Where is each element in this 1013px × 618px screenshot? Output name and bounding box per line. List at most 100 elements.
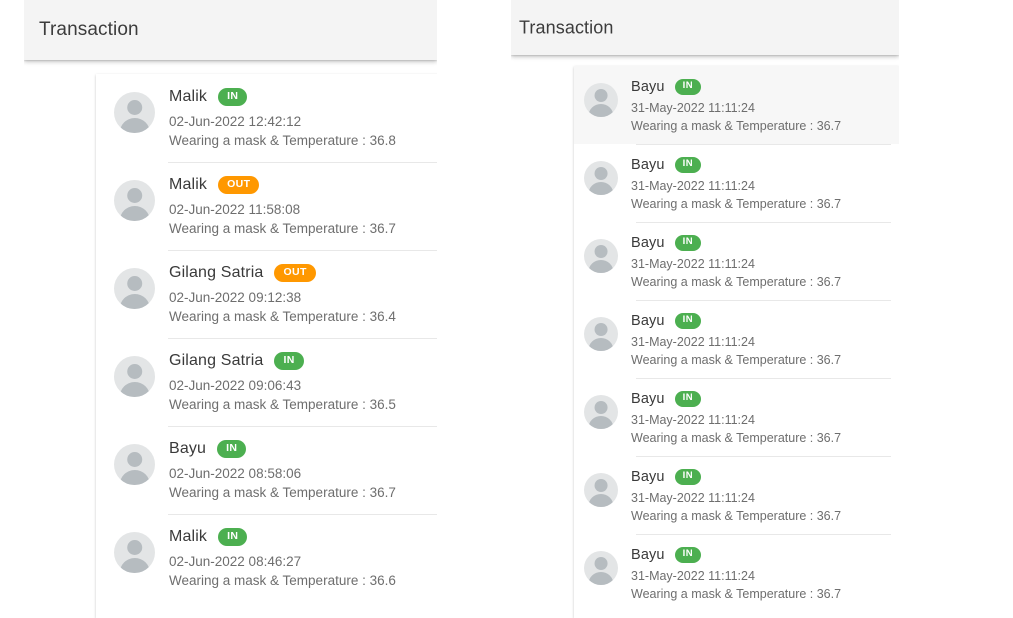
transaction-row[interactable]: Gilang Satria OUT 02-Jun-2022 09:12:38 Wear… xyxy=(96,250,437,338)
transaction-meta: Gilang Satria OUT 02-Jun-2022 09:12:38 Wear… xyxy=(155,264,396,326)
transaction-row[interactable]: Bayu IN 02-Jun-2022 08:58:06 Wearing a mask… xyxy=(96,426,437,514)
transaction-meta: Malik IN 02-Jun-2022 08:46:27 Wearing a mas… xyxy=(155,528,396,590)
avatar-head xyxy=(594,245,608,259)
avatar-body xyxy=(588,572,614,585)
avatar-head xyxy=(594,557,608,571)
status-badge: IN xyxy=(674,235,701,251)
avatar-person-icon xyxy=(114,444,155,485)
avatar-body xyxy=(119,117,150,133)
transaction-timestamp: 02-Jun-2022 09:06:43 xyxy=(169,378,302,393)
transaction-list-card-right: Bayu IN 31-May-2022 11:11:24 Wearing a mask… xyxy=(574,66,899,618)
person-name: Malik xyxy=(169,528,208,545)
transaction-row[interactable]: Bayu IN 31-May-2022 11:11:24 Wearing a mask… xyxy=(574,222,899,300)
transaction-detail: Wearing a mask & Temperature : 36.7 xyxy=(631,118,842,133)
name-line: Malik OUT xyxy=(169,176,396,194)
name-line: Malik IN xyxy=(169,88,396,106)
transaction-list-left: Malik IN 02-Jun-2022 12:42:12 Wearing a mas… xyxy=(96,74,437,602)
transaction-panel-left: Transaction Malik IN 02-Jun-2022 12:42:12 W… xyxy=(24,0,437,618)
transaction-timestamp: 31-May-2022 11:11:24 xyxy=(631,101,755,115)
name-line: Bayu IN xyxy=(631,391,841,407)
status-badge: IN xyxy=(674,547,701,563)
transaction-timestamp: 31-May-2022 11:11:24 xyxy=(631,179,755,193)
person-name: Bayu xyxy=(631,391,665,407)
transaction-panel-right: Transaction Bayu IN 31-May-2022 11:11:24 We… xyxy=(511,0,899,618)
avatar-head xyxy=(594,479,608,493)
transaction-timestamp: 31-May-2022 11:11:24 xyxy=(631,335,755,349)
status-badge: OUT xyxy=(274,264,316,282)
transaction-detail: Wearing a mask & Temperature : 36.7 xyxy=(169,221,396,237)
transaction-row[interactable]: Bayu IN 31-May-2022 11:11:24 Wearing a mask… xyxy=(574,378,899,456)
transaction-timestamp: 31-May-2022 11:11:24 xyxy=(631,569,755,583)
person-name: Bayu xyxy=(631,547,665,563)
status-badge: IN xyxy=(218,528,248,546)
page-title: Transaction xyxy=(39,19,139,40)
transaction-row[interactable]: Malik IN 02-Jun-2022 12:42:12 Wearing a mas… xyxy=(96,74,437,162)
transaction-detail: Wearing a mask & Temperature : 36.7 xyxy=(631,430,842,445)
status-badge: IN xyxy=(674,391,701,407)
transaction-timestamp: 02-Jun-2022 11:58:08 xyxy=(169,202,301,217)
name-line: Malik IN xyxy=(169,528,396,546)
transaction-detail: Wearing a mask & Temperature : 36.7 xyxy=(631,352,842,367)
person-name: Bayu xyxy=(631,235,665,251)
person-name: Bayu xyxy=(631,157,665,173)
row-divider xyxy=(636,144,891,145)
avatar-person-icon xyxy=(114,532,155,573)
page-title: Transaction xyxy=(519,17,614,37)
avatar-head xyxy=(126,363,143,380)
avatar-body xyxy=(588,182,614,195)
avatar-head xyxy=(126,539,143,556)
transaction-row[interactable]: Bayu IN 31-May-2022 11:11:24 Wearing a mask… xyxy=(574,144,899,222)
transaction-detail: Wearing a mask & Temperature : 36.6 xyxy=(169,573,396,589)
avatar-person-icon xyxy=(584,239,618,273)
avatar-head xyxy=(594,401,608,415)
transaction-row[interactable]: Malik IN 02-Jun-2022 08:46:27 Wearing a mas… xyxy=(96,514,437,602)
name-line: Bayu IN xyxy=(631,235,841,251)
avatar-person-icon xyxy=(114,356,155,397)
row-divider xyxy=(636,300,891,301)
avatar-head xyxy=(594,89,608,103)
name-line: Bayu IN xyxy=(169,440,396,458)
avatar-body xyxy=(588,494,614,507)
avatar-body xyxy=(588,260,614,273)
avatar-body xyxy=(588,338,614,351)
avatar-person-icon xyxy=(114,92,155,133)
status-badge: OUT xyxy=(218,176,260,194)
status-badge: IN xyxy=(674,157,701,173)
name-line: Bayu IN xyxy=(631,79,841,95)
avatar-person-icon xyxy=(584,551,618,585)
avatar-person-icon xyxy=(584,395,618,429)
transaction-row[interactable]: Bayu IN 31-May-2022 11:11:24 Wearing a mask… xyxy=(574,534,899,612)
status-badge: IN xyxy=(674,79,701,95)
status-badge: IN xyxy=(218,88,248,106)
person-name: Gilang Satria xyxy=(169,352,264,369)
transaction-timestamp: 02-Jun-2022 08:46:27 xyxy=(169,554,302,569)
row-divider xyxy=(168,426,437,427)
avatar-head xyxy=(126,99,143,116)
name-line: Gilang Satria OUT xyxy=(169,264,396,282)
transaction-meta: Bayu IN 31-May-2022 11:11:24 Wearing a mask… xyxy=(618,313,841,370)
transaction-meta: Bayu IN 31-May-2022 11:11:24 Wearing a mask… xyxy=(618,235,841,292)
row-divider xyxy=(636,222,891,223)
transaction-row[interactable]: Bayu IN 31-May-2022 11:11:24 Wearing a mask… xyxy=(574,456,899,534)
row-divider xyxy=(168,162,437,163)
transaction-meta: Malik IN 02-Jun-2022 12:42:12 Wearing a mas… xyxy=(155,88,396,150)
status-badge: IN xyxy=(274,352,304,370)
row-divider xyxy=(636,456,891,457)
row-divider xyxy=(636,534,891,535)
transaction-detail: Wearing a mask & Temperature : 36.7 xyxy=(631,196,842,211)
transaction-meta: Bayu IN 02-Jun-2022 08:58:06 Wearing a mask… xyxy=(155,440,396,502)
person-name: Bayu xyxy=(631,313,665,329)
screen-root: Transaction Malik IN 02-Jun-2022 12:42:12 W… xyxy=(0,0,1013,618)
transaction-row[interactable]: Malik OUT 02-Jun-2022 11:58:08 Wearing a ma… xyxy=(96,162,437,250)
transaction-detail: Wearing a mask & Temperature : 36.5 xyxy=(169,397,396,413)
avatar-body xyxy=(588,104,614,117)
transaction-row[interactable]: Gilang Satria IN 02-Jun-2022 09:06:43 Weari… xyxy=(96,338,437,426)
transaction-row[interactable]: Bayu IN 31-May-2022 11:11:24 Wearing a mask… xyxy=(574,66,899,144)
transaction-meta: Bayu IN 31-May-2022 11:11:24 Wearing a mask… xyxy=(618,157,841,214)
transaction-meta: Bayu IN 31-May-2022 11:11:24 Wearing a mask… xyxy=(618,391,841,448)
name-line: Bayu IN xyxy=(631,469,841,485)
transaction-list-card-left: Malik IN 02-Jun-2022 12:42:12 Wearing a mas… xyxy=(96,74,437,618)
transaction-timestamp: 02-Jun-2022 08:58:06 xyxy=(169,466,302,481)
transaction-row[interactable]: Bayu IN 31-May-2022 11:11:24 Wearing a mask… xyxy=(574,300,899,378)
person-name: Bayu xyxy=(169,440,207,457)
